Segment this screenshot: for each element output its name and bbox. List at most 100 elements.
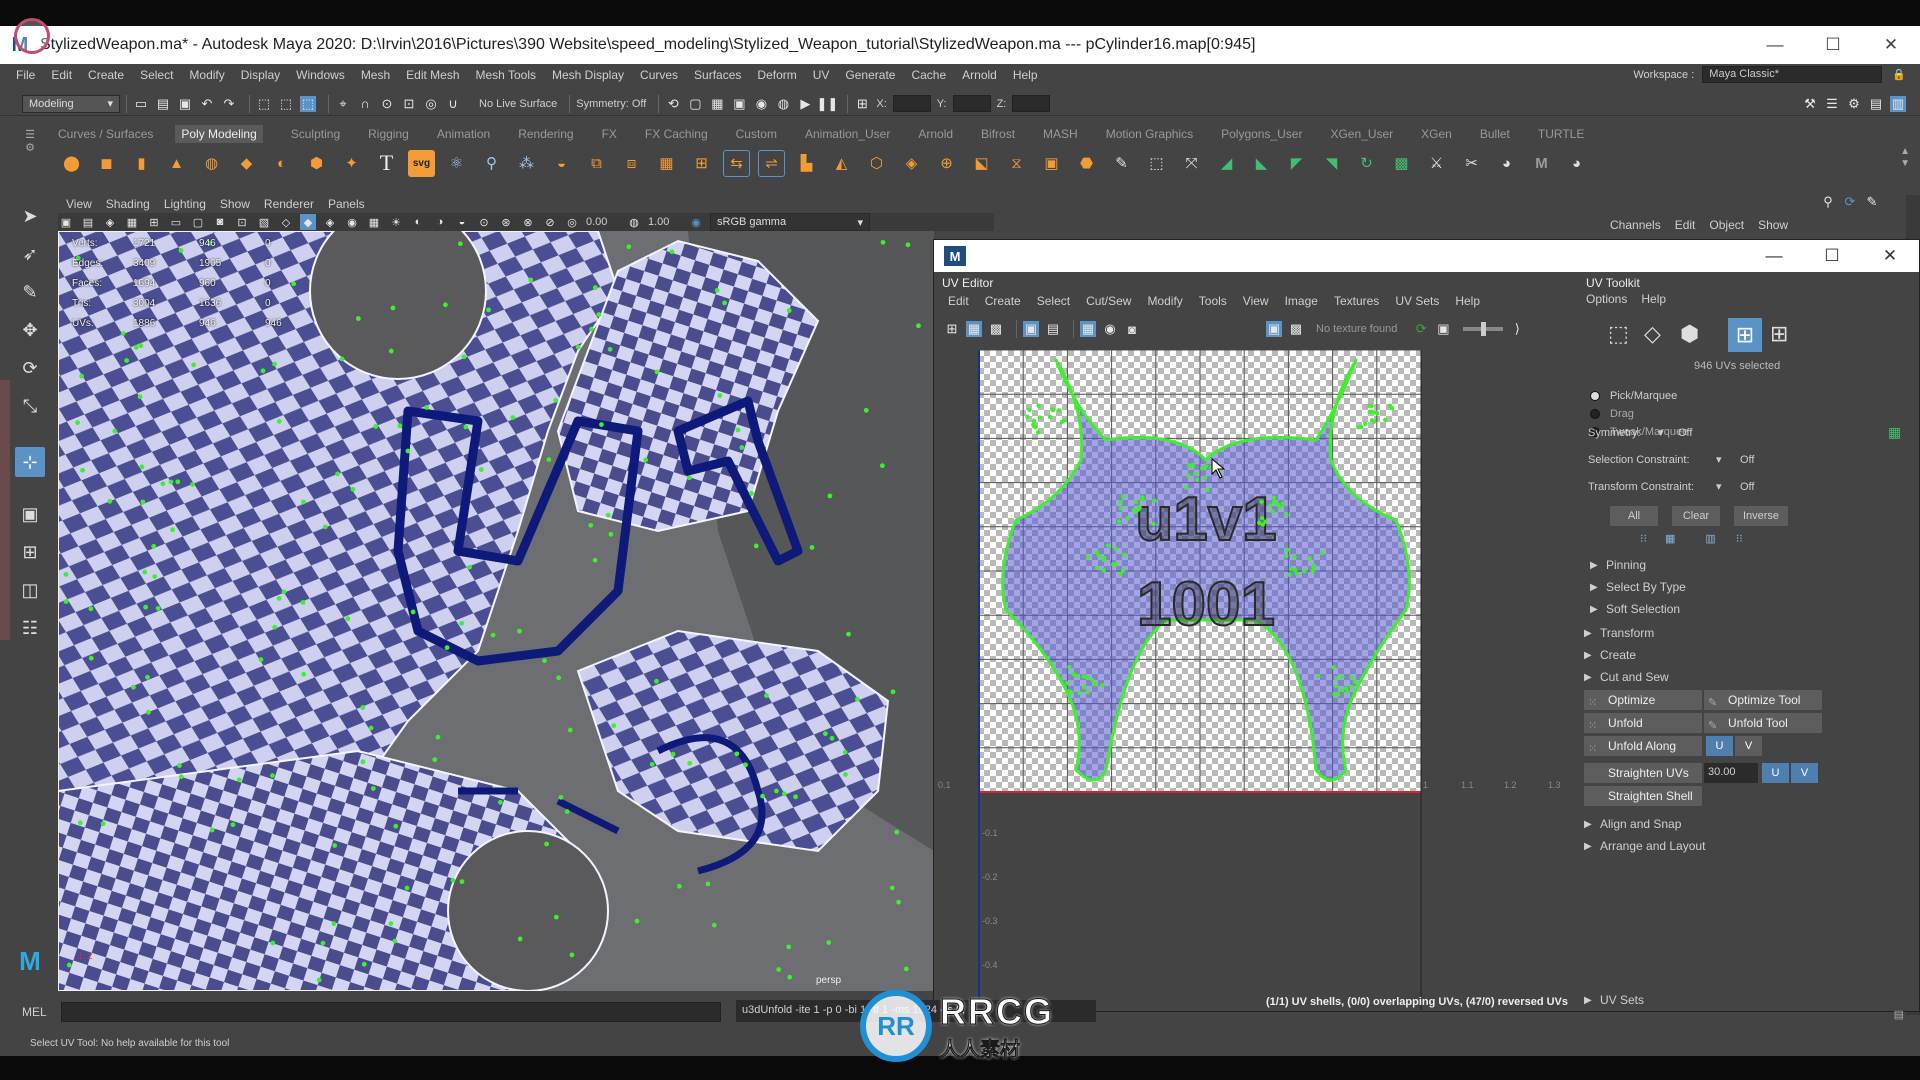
ipr-render-icon[interactable]: ▣ bbox=[731, 96, 747, 112]
script-icon[interactable]: ◕ bbox=[1493, 150, 1520, 177]
checker-tile-icon[interactable]: ▩ bbox=[1288, 321, 1304, 337]
gamma-value[interactable]: 1.00 bbox=[648, 216, 688, 228]
select-tool-icon[interactable]: ➤ bbox=[15, 201, 45, 231]
viewport-menu-view[interactable]: View bbox=[66, 197, 92, 211]
select-object-icon[interactable]: ⬚ bbox=[278, 96, 294, 112]
platonic-solid-icon[interactable]: ⬢ bbox=[303, 150, 330, 177]
channel-menu-edit[interactable]: Edit bbox=[1675, 218, 1696, 232]
poly-cube-icon[interactable]: ◼ bbox=[93, 150, 120, 177]
chevron-down-icon[interactable]: ▾ bbox=[1716, 480, 1740, 493]
append-icon[interactable]: ⬡ bbox=[863, 150, 890, 177]
optimize-tool-button[interactable]: Optimize Tool bbox=[1704, 690, 1822, 710]
uv-menu-image[interactable]: Image bbox=[1285, 294, 1318, 308]
viewport-menu-show[interactable]: Show bbox=[220, 197, 250, 211]
uv-menu-uv-sets[interactable]: UV Sets bbox=[1395, 294, 1439, 308]
uv-menu-textures[interactable]: Textures bbox=[1334, 294, 1379, 308]
menu-display[interactable]: Display bbox=[241, 68, 280, 82]
cleanup-icon[interactable]: ↻ bbox=[1353, 150, 1380, 177]
shelf-tab-polygons-user[interactable]: Polygons_User bbox=[1221, 127, 1302, 141]
motion-blur-icon[interactable]: ◒ bbox=[454, 214, 470, 230]
snap-curve-icon[interactable]: ∩ bbox=[357, 96, 373, 112]
distortion-icon[interactable]: ▤ bbox=[1045, 321, 1061, 337]
select-overlapping-icon[interactable]: ▥ bbox=[1705, 532, 1715, 545]
render-settings-icon[interactable]: ◉ bbox=[753, 96, 769, 112]
poke-icon[interactable]: ⬕ bbox=[968, 150, 995, 177]
menu-deform[interactable]: Deform bbox=[757, 68, 796, 82]
unfold-uv-icon[interactable]: ⁂ bbox=[513, 150, 540, 177]
straighten-angle-field[interactable]: 30.00 bbox=[1704, 763, 1758, 783]
shelf-tab-motion-graphics[interactable]: Motion Graphics bbox=[1106, 127, 1193, 141]
shaded-uv-icon[interactable]: ▣ bbox=[1023, 321, 1039, 337]
sculpt-icon[interactable]: ⚔ bbox=[1423, 150, 1450, 177]
section-align-and-snap[interactable]: ▶ Align and Snap bbox=[1584, 814, 1904, 834]
symmetry-value[interactable]: Off bbox=[1678, 427, 1692, 439]
channel-menu-show[interactable]: Show bbox=[1758, 218, 1788, 232]
select-all-button[interactable]: All bbox=[1610, 506, 1658, 526]
symmetry-field[interactable]: Symmetry: Off bbox=[576, 98, 646, 110]
uv-borders-icon[interactable]: ◉ bbox=[1102, 321, 1118, 337]
gamma-icon[interactable]: ◍ bbox=[626, 214, 642, 230]
face-mode-icon[interactable]: ⬢ bbox=[1680, 321, 1708, 349]
uv-shell-mode-icon[interactable]: ⊞ bbox=[1770, 321, 1798, 349]
x-field[interactable] bbox=[892, 95, 931, 112]
poly-torus-icon[interactable]: ◍ bbox=[198, 150, 225, 177]
shelf-tab-curves-surfaces[interactable]: Curves / Surfaces bbox=[58, 127, 153, 141]
super-shape-icon[interactable]: ✦ bbox=[338, 150, 365, 177]
menu-modify[interactable]: Modify bbox=[189, 68, 224, 82]
remesh-icon[interactable]: ◤ bbox=[1283, 150, 1310, 177]
shelf-tab-rendering[interactable]: Rendering bbox=[518, 127, 573, 141]
menu-file[interactable]: File bbox=[16, 68, 35, 82]
unfold-u-button[interactable]: U bbox=[1706, 736, 1733, 756]
poly-plane-icon[interactable]: ◆ bbox=[233, 150, 260, 177]
wedge-icon[interactable]: ⧖ bbox=[1003, 150, 1030, 177]
exposure-value[interactable]: 0.00 bbox=[586, 216, 626, 228]
menu-mesh-display[interactable]: Mesh Display bbox=[552, 68, 624, 82]
image-plane-icon[interactable]: ▦ bbox=[124, 214, 140, 230]
vertex-mode-icon[interactable]: ⬚ bbox=[1608, 321, 1636, 349]
default-material-icon[interactable]: ◈ bbox=[322, 214, 338, 230]
image-display-icon[interactable]: ▣ bbox=[1266, 321, 1282, 337]
textured-icon[interactable]: ▦ bbox=[366, 214, 382, 230]
xray-components-icon[interactable]: ⊘ bbox=[542, 214, 558, 230]
checker-icon[interactable]: ▩ bbox=[988, 321, 1004, 337]
lasso-tool-icon[interactable]: ➶ bbox=[15, 239, 45, 269]
menu-edit[interactable]: Edit bbox=[51, 68, 72, 82]
outliner-icon[interactable]: ☷ bbox=[15, 613, 45, 643]
attribute-editor-icon[interactable]: ☰ bbox=[1824, 96, 1840, 112]
menu-mesh-tools[interactable]: Mesh Tools bbox=[476, 68, 536, 82]
two-view-icon[interactable]: ◫ bbox=[15, 575, 45, 605]
chevron-down-icon[interactable]: ▾ bbox=[1716, 453, 1740, 466]
camera-icon[interactable]: ▣ bbox=[58, 214, 74, 230]
bridge-icon[interactable]: ⇌ bbox=[758, 149, 785, 177]
merge-icon[interactable]: ⬣ bbox=[1073, 150, 1100, 177]
unfold-along-button[interactable]: Unfold Along bbox=[1584, 736, 1702, 756]
minimize-button[interactable]: — bbox=[1746, 35, 1804, 55]
safe-action-icon[interactable]: ▧ bbox=[256, 214, 272, 230]
shelf-tab-sculpting[interactable]: Sculpting bbox=[291, 127, 340, 141]
mode-pick-marquee[interactable]: Pick/Marquee bbox=[1590, 390, 1677, 402]
shelf-tab-xgen[interactable]: XGen bbox=[1421, 127, 1452, 141]
uv-menu-modify[interactable]: Modify bbox=[1147, 294, 1182, 308]
snap-view-icon[interactable]: ⊡ bbox=[401, 96, 417, 112]
field-chart-icon[interactable]: ⊡ bbox=[234, 214, 250, 230]
toolkit-menu-options[interactable]: Options bbox=[1586, 292, 1627, 306]
circularize-icon[interactable]: ▣ bbox=[1038, 150, 1065, 177]
maximize-button[interactable]: ☐ bbox=[1803, 246, 1861, 266]
live-surface-field[interactable]: No Live Surface bbox=[479, 98, 557, 110]
straighten-v-button[interactable]: V bbox=[1791, 763, 1818, 783]
menu-select[interactable]: Select bbox=[140, 68, 173, 82]
select-component-icon[interactable]: ⬚ bbox=[300, 95, 316, 112]
uv-shell-icon[interactable]: ▦ bbox=[966, 321, 982, 337]
triangulate-icon[interactable]: ▩ bbox=[1388, 150, 1415, 177]
map-uv-icon[interactable]: ⚲ bbox=[478, 150, 505, 177]
viewport-menu-shading[interactable]: Shading bbox=[106, 197, 150, 211]
slice-icon[interactable]: ✂ bbox=[1458, 150, 1485, 177]
mirror-icon[interactable]: ⇆ bbox=[723, 149, 750, 177]
menu-create[interactable]: Create bbox=[88, 68, 124, 82]
viewport-menu-lighting[interactable]: Lighting bbox=[164, 197, 206, 211]
exposure-icon[interactable]: ◎ bbox=[564, 214, 580, 230]
smooth-icon[interactable]: ▦ bbox=[653, 150, 680, 177]
chevron-down-icon[interactable]: ▾ bbox=[1658, 426, 1678, 439]
channel-box-icon[interactable]: ▤ bbox=[1868, 96, 1884, 112]
shelf-scroll-icon[interactable]: ▲ ▼ bbox=[1900, 146, 1910, 170]
